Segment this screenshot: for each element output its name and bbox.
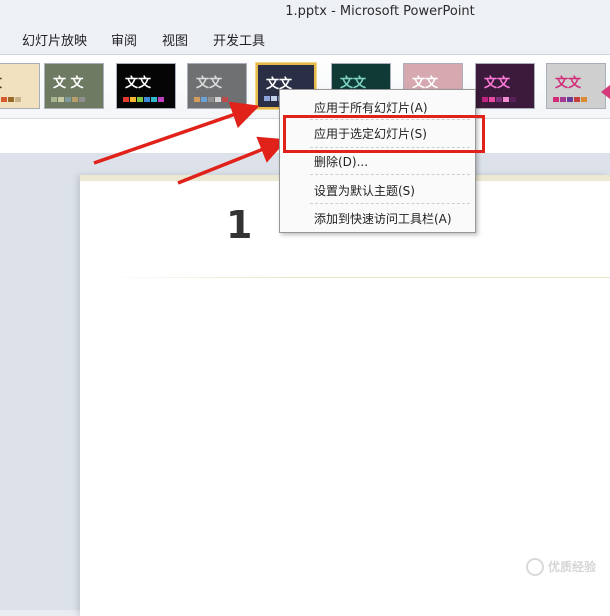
theme-color-swatch	[567, 97, 573, 102]
title-underline	[98, 277, 610, 278]
theme-color-swatches	[123, 97, 164, 102]
theme-color-swatch	[271, 96, 277, 101]
slide-canvas[interactable]: 1	[80, 175, 610, 616]
theme-color-swatches	[51, 97, 85, 102]
theme-color-swatches	[0, 97, 21, 102]
theme-color-swatch	[151, 97, 157, 102]
theme-thumbnail-1[interactable]: 文	[0, 63, 40, 109]
tab-developer[interactable]: 开发工具	[213, 30, 265, 49]
theme-color-swatch	[15, 97, 21, 102]
theme-sample-text: 文文	[196, 76, 223, 91]
theme-sample-text: 文文	[125, 76, 152, 91]
theme-thumbnail-4[interactable]: 文文	[187, 63, 247, 109]
theme-color-swatch	[574, 97, 580, 102]
theme-color-swatch	[72, 97, 78, 102]
theme-color-swatch	[8, 97, 14, 102]
theme-color-swatch	[510, 97, 516, 102]
theme-sample-text: 文文	[555, 76, 582, 91]
ribbon-tab-bar: 幻灯片放映 审阅 视图 开发工具	[0, 26, 610, 54]
theme-thumbnail-2[interactable]: 文 文	[44, 63, 104, 109]
theme-color-swatch	[496, 97, 502, 102]
theme-sample-text: 文 文	[53, 76, 84, 91]
menu-delete[interactable]: 删除(D)...	[314, 153, 368, 170]
theme-color-swatch	[264, 96, 270, 101]
theme-sample-text: 文	[0, 72, 2, 91]
theme-color-swatch	[144, 97, 150, 102]
theme-color-swatch	[503, 97, 509, 102]
theme-color-swatch	[560, 97, 566, 102]
theme-sample-text: 文文	[484, 76, 511, 91]
theme-color-swatch	[79, 97, 85, 102]
theme-color-swatch	[194, 97, 200, 102]
theme-color-swatch	[201, 97, 207, 102]
theme-thumbnail-8[interactable]: 文文	[475, 63, 535, 109]
theme-context-menu: 应用于所有幻灯片(A) 应用于选定幻灯片(S) 删除(D)... 设置为默认主题…	[279, 89, 476, 233]
theme-color-swatch	[553, 97, 559, 102]
theme-color-swatch	[158, 97, 164, 102]
watermark-logo-icon	[525, 558, 544, 576]
theme-color-swatch	[581, 97, 587, 102]
theme-color-swatch	[123, 97, 129, 102]
theme-color-swatches	[553, 97, 587, 102]
theme-color-swatch	[215, 97, 221, 102]
theme-color-swatch	[130, 97, 136, 102]
menu-separator	[310, 203, 470, 204]
title-bar: 1.pptx - Microsoft PowerPoint	[0, 0, 610, 26]
theme-color-swatch	[58, 97, 64, 102]
menu-add-to-quick-access[interactable]: 添加到快速访问工具栏(A)	[314, 210, 452, 227]
menu-separator	[310, 174, 470, 175]
watermark-text: 优质经验	[547, 559, 596, 574]
tab-review[interactable]: 审阅	[111, 30, 137, 49]
menu-apply-all-slides[interactable]: 应用于所有幻灯片(A)	[314, 99, 428, 116]
theme-color-swatch	[222, 97, 228, 102]
window-title: 1.pptx - Microsoft PowerPoint	[285, 4, 475, 19]
theme-thumbnail-3[interactable]: 文文	[116, 63, 176, 109]
highlight-rectangle	[283, 115, 485, 153]
watermark: 优质经验	[525, 558, 596, 576]
slide-title-text[interactable]: 1	[226, 203, 252, 247]
theme-color-swatch	[65, 97, 71, 102]
tab-view[interactable]: 视图	[162, 30, 188, 49]
menu-set-default-theme[interactable]: 设置为默认主题(S)	[314, 182, 415, 199]
gallery-scroll-arrow-icon[interactable]	[601, 85, 610, 99]
theme-color-swatch	[482, 97, 488, 102]
theme-color-swatch	[208, 97, 214, 102]
theme-color-swatch	[489, 97, 495, 102]
theme-color-swatch	[1, 97, 7, 102]
theme-color-swatches	[482, 97, 516, 102]
tab-slide-show[interactable]: 幻灯片放映	[22, 30, 87, 49]
theme-color-swatch	[51, 97, 57, 102]
theme-color-swatch	[137, 97, 143, 102]
theme-thumbnail-9[interactable]: 文文	[546, 63, 606, 109]
theme-color-swatches	[194, 97, 228, 102]
